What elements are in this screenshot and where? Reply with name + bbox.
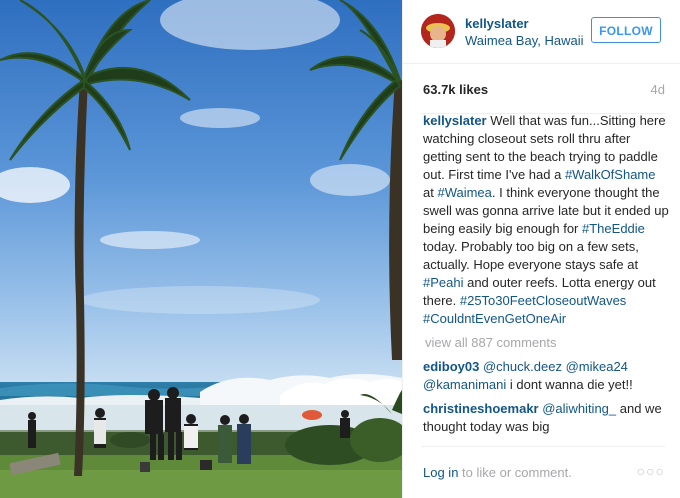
comment-items: ediboy03 @chuck.deez @mikea24 @kamaniman… — [423, 358, 669, 442]
login-prompt-text: to like or comment. — [458, 465, 572, 480]
hashtag-link[interactable]: #25To30FeetCloseoutWaves — [460, 293, 626, 308]
login-prompt: Log in to like or comment. — [423, 465, 572, 480]
comment-item: christineshoemakr @aliwhiting_ and we th… — [423, 400, 669, 436]
post-caption: kellyslater Well that was fun...Sitting … — [423, 112, 669, 328]
comment-username[interactable]: christineshoemakr — [423, 401, 539, 416]
like-count[interactable]: 63.7k likes — [423, 82, 488, 97]
comments-list: kellyslater Well that was fun...Sitting … — [423, 112, 669, 442]
post-meta: 63.7k likes 4d — [421, 64, 665, 114]
avatar[interactable] — [421, 14, 455, 48]
post-author-username[interactable]: kellyslater — [465, 16, 529, 31]
hashtag-link[interactable]: #Peahi — [423, 275, 463, 290]
follow-button[interactable]: FOLLOW — [591, 17, 661, 43]
avatar-image — [421, 14, 455, 48]
more-options-icon[interactable]: ○○○ — [637, 463, 665, 479]
post-header: kellyslater Waimea Bay, Hawaii FOLLOW — [403, 0, 680, 64]
post-age[interactable]: 4d — [651, 82, 665, 97]
caption-username[interactable]: kellyslater — [423, 113, 487, 128]
comment-text: i dont wanna die yet!! — [506, 377, 633, 392]
post-footer: Log in to like or comment. ○○○ — [421, 446, 665, 498]
caption-text: at — [423, 185, 438, 200]
caption-text: today. Probably too big on a few sets, a… — [423, 239, 639, 272]
mention-link[interactable]: @chuck.deez — [483, 359, 562, 374]
mention-link[interactable]: @mikea24 — [566, 359, 628, 374]
post-location[interactable]: Waimea Bay, Hawaii — [465, 33, 583, 48]
hashtag-link[interactable]: #WalkOfShame — [565, 167, 656, 182]
beach-photo-image — [0, 0, 402, 498]
login-link[interactable]: Log in — [423, 465, 458, 480]
mention-link[interactable]: @aliwhiting_ — [542, 401, 616, 416]
post-photo[interactable] — [0, 0, 402, 498]
view-all-comments-link[interactable]: view all 887 comments — [425, 334, 669, 352]
mention-link[interactable]: @kamanimani — [423, 377, 506, 392]
comment-username[interactable]: ediboy03 — [423, 359, 479, 374]
comment-item: ediboy03 @chuck.deez @mikea24 @kamaniman… — [423, 358, 669, 394]
hashtag-link[interactable]: #TheEddie — [582, 221, 645, 236]
hashtag-link[interactable]: #CouldntEvenGetOneAir — [423, 311, 566, 326]
post-sidebar: kellyslater Waimea Bay, Hawaii FOLLOW 63… — [402, 0, 680, 498]
instagram-post: kellyslater Waimea Bay, Hawaii FOLLOW 63… — [0, 0, 680, 498]
hashtag-link[interactable]: #Waimea — [437, 185, 491, 200]
